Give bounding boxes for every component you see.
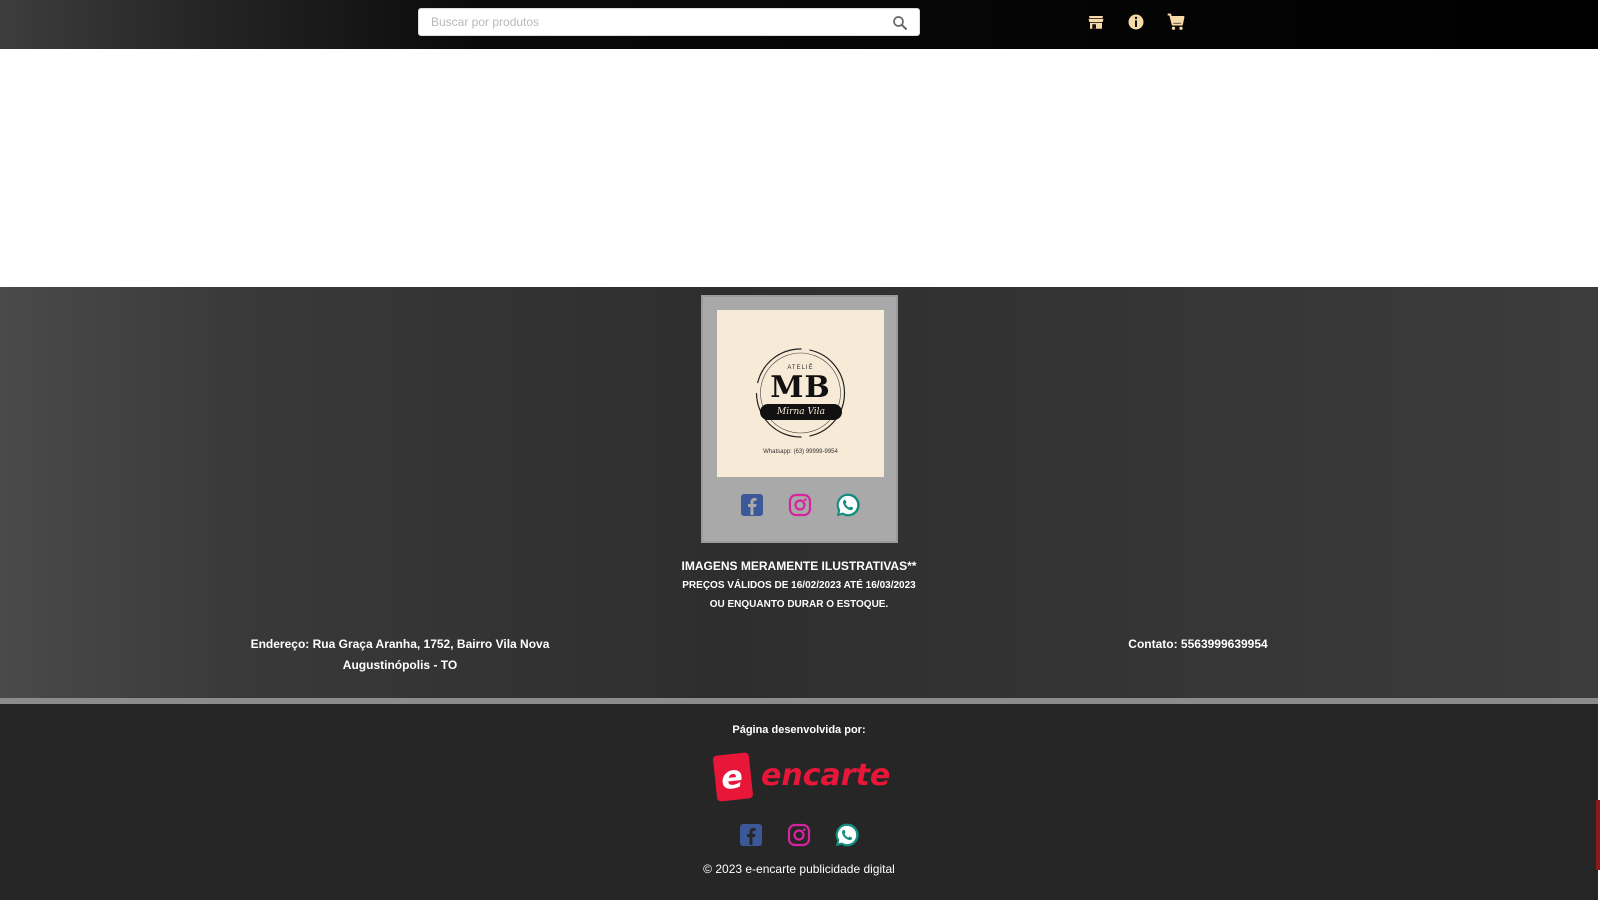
top-bar	[0, 0, 1598, 49]
store-info-footer: ATELIÊ MB Mirna Vila Whatsapp: (63) 9999…	[0, 287, 1598, 699]
encarte-logo-mark: e	[712, 752, 754, 802]
store-logo-card: ATELIÊ MB Mirna Vila Whatsapp: (63) 9999…	[701, 295, 898, 543]
address-line-2: Augustinópolis - TO	[342, 658, 458, 672]
encarte-social-links	[0, 822, 1598, 848]
store-icon[interactable]	[1085, 11, 1107, 33]
whatsapp-icon[interactable]	[834, 822, 860, 848]
store-contact: Contato: 5563999639954	[1128, 637, 1268, 651]
store-address: Endereço: Rua Graça Aranha, 1752, Bairro…	[200, 634, 600, 676]
scroll-edge	[1596, 800, 1600, 870]
copyright-text: © 2023 e-encarte publicidade digital	[703, 862, 895, 876]
whatsapp-icon[interactable]	[835, 492, 861, 518]
credit-footer: Página desenvolvida por: e encarte © 202…	[0, 704, 1598, 900]
address-line-1: Endereço: Rua Graça Aranha, 1752, Bairro…	[250, 637, 550, 651]
facebook-icon[interactable]	[738, 822, 764, 848]
search-input[interactable]	[419, 9, 919, 35]
instagram-icon[interactable]	[787, 492, 813, 518]
notice-stock: OU ENQUANTO DURAR O ESTOQUE.	[709, 599, 889, 610]
notice-images: IMAGENS MERAMENTE ILUSTRATIVAS**	[681, 559, 917, 573]
encarte-brand-name: encarte	[761, 758, 891, 793]
search-box	[418, 8, 920, 36]
logo-script-name: Mirna Vila	[760, 404, 842, 420]
encarte-logo[interactable]: e encarte	[712, 752, 895, 804]
store-social-links	[703, 492, 896, 518]
instagram-icon[interactable]	[786, 822, 812, 848]
cart-icon[interactable]	[1165, 11, 1187, 33]
header-actions	[1085, 11, 1187, 33]
info-icon[interactable]	[1125, 11, 1147, 33]
logo-monogram: MB	[770, 370, 831, 405]
developed-by-label: Página desenvolvida por:	[732, 724, 866, 736]
search-icon[interactable]	[891, 14, 909, 32]
logo-bottom-text: Whatsapp: (63) 99999-9954	[763, 449, 838, 455]
notice-validity: PREÇOS VÁLIDOS DE 16/02/2023 ATÉ 16/03/2…	[682, 580, 916, 591]
encarte-logo-letter: e	[719, 757, 745, 798]
store-logo[interactable]: ATELIÊ MB Mirna Vila Whatsapp: (63) 9999…	[717, 310, 884, 477]
facebook-icon[interactable]	[739, 492, 765, 518]
